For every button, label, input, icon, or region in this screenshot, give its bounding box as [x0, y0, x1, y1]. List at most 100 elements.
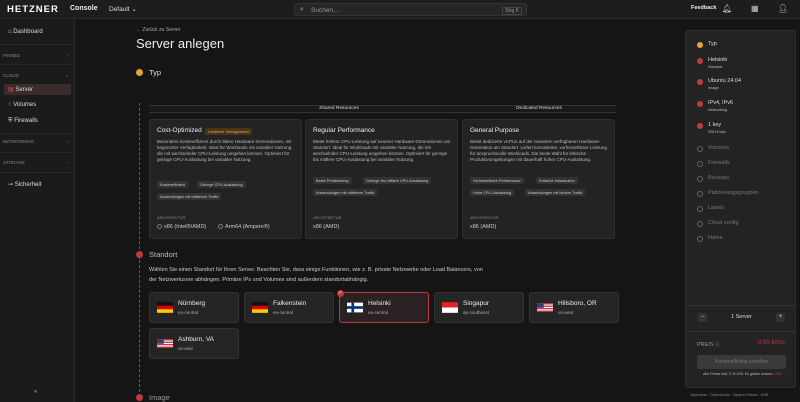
arch-option-x86[interactable]: x86 (Intel®/AMD): [157, 224, 206, 230]
step-title-image: Image: [149, 393, 170, 402]
arch-option-label: Arm64 (Ampere®): [225, 224, 270, 230]
usa-flag-icon: [537, 303, 553, 312]
usa-flag-icon: [157, 339, 173, 348]
create-server-button[interactable]: Kostenpflichtig erstellen: [697, 355, 786, 369]
step-connector: [139, 103, 140, 259]
divider: [686, 305, 797, 306]
search-shortcut: Strg K: [502, 6, 522, 15]
summary-step-sub: Networking: [708, 108, 727, 112]
summary-step-label: Typ: [708, 41, 717, 47]
step-title-location: Standort: [149, 250, 178, 259]
server-count-stepper: − 1 Server +: [696, 313, 788, 324]
card-title: Cost-Optimized: [157, 127, 202, 134]
location-name: Nürnberg: [178, 300, 206, 307]
chevron-right-icon: ›: [67, 160, 70, 165]
step-pending-indicator: [697, 221, 703, 227]
summary-step-label: Backups: [708, 175, 730, 181]
step-connector: [139, 260, 140, 392]
summary-panel: Typ Helsinki Standort Ubuntu 24.04 Image I…: [685, 30, 797, 388]
location-card-hillsboro[interactable]: Hillsboro, OR us-west: [529, 292, 619, 323]
step-pending-indicator: [697, 206, 703, 212]
chevron-right-icon: ›: [67, 139, 70, 144]
sidebar-item-dashboard[interactable]: ⌂ Dashboard: [4, 27, 71, 38]
type-card-cost-optimized[interactable]: Cost-Optimized Limitierte Verfügbarkeit …: [149, 119, 302, 239]
price-value: 0,00 €/mo: [758, 340, 785, 346]
check-icon: ✓: [337, 290, 344, 297]
project-selector[interactable]: Default ⌄: [109, 5, 137, 13]
arch-option-label: x86 (Intel®/AMD): [164, 224, 207, 230]
summary-step-sub: Standort: [708, 65, 723, 69]
summary-step-label: Helsinki: [708, 57, 728, 63]
sidebar-item-label: Volumes: [13, 102, 37, 108]
bell-icon[interactable]: 🔔︎: [722, 4, 732, 13]
arch-option-x86[interactable]: x86 (AMD): [313, 224, 339, 230]
germany-flag-icon: [252, 302, 268, 313]
footer-links[interactable]: Impressum · Datenschutz · System Policie…: [690, 393, 768, 397]
step-done-indicator: [697, 101, 703, 107]
step-pending-indicator: [697, 236, 703, 242]
location-card-singapore[interactable]: Singapur ap-southeast: [434, 292, 524, 323]
type-card-general-purpose[interactable]: General Purpose Bietet dedizierte vCPUs …: [462, 119, 615, 239]
agb-link[interactable]: AGB: [773, 372, 781, 376]
location-card-helsinki[interactable]: ✓ Helsinki eu-central: [337, 290, 429, 323]
card-description: Bietet dedizierte vCPUs auf der neuesten…: [470, 139, 607, 162]
search-input[interactable]: ⌕ Suchen... Strg K: [294, 3, 527, 16]
card-tag: Kosteneffizient: [157, 181, 188, 188]
collapse-sidebar-button[interactable]: «: [34, 389, 37, 395]
step-pending-indicator: [697, 146, 703, 152]
section-networking[interactable]: NETWORKING ›: [3, 139, 69, 144]
location-name: Falkenstein: [273, 300, 307, 307]
section-storage[interactable]: STORAGE ›: [3, 160, 69, 165]
console-label: Console: [70, 5, 98, 12]
summary-step-label: IPv4, IPv6: [708, 100, 734, 106]
summary-step-label: Ubuntu 24.04: [708, 78, 742, 84]
step-done-indicator: [136, 394, 143, 401]
location-card-ashburn[interactable]: Ashburn, VA us-east: [149, 328, 239, 359]
arch-label: ARCHITEKTUR: [313, 215, 342, 220]
singapore-flag-icon: [442, 302, 458, 313]
summary-step-sub: Image: [708, 86, 719, 90]
apps-grid-icon[interactable]: ▦: [751, 4, 759, 13]
location-description: Wählen Sie einen Standort für Ihren Serv…: [149, 267, 483, 283]
increment-button[interactable]: +: [776, 313, 785, 322]
step-title-type: Typ: [149, 68, 162, 77]
back-link[interactable]: ← Zurück zu Server: [136, 27, 180, 33]
card-tag: Anwendungen mit hohem Traffic: [525, 189, 586, 196]
step-current-indicator: [697, 42, 703, 48]
section-cloud[interactable]: CLOUD ⌄: [3, 73, 69, 78]
arch-option-label: x86 (AMD): [313, 224, 340, 230]
decrement-button[interactable]: −: [698, 313, 707, 322]
chevron-right-icon: ›: [67, 53, 70, 58]
step-done-indicator: [697, 58, 703, 64]
server-count: 1 Server: [731, 314, 752, 320]
key-icon: ⊸: [8, 182, 14, 188]
sidebar-item-security[interactable]: ⊸ Sicherheit: [4, 179, 71, 190]
card-tag: Geringe CPU-Auslastung: [197, 181, 246, 188]
user-icon[interactable]: 👤︎: [778, 4, 788, 13]
info-icon[interactable]: ⓘ: [715, 342, 720, 348]
feedback-button[interactable]: Feedback: [691, 5, 716, 11]
hetzner-logo[interactable]: HETZNER: [7, 4, 59, 15]
arch-option-arm64[interactable]: Arm64 (Ampere®): [218, 224, 270, 230]
section-pinned[interactable]: PINNED ›: [3, 53, 69, 58]
sidebar-item-server[interactable]: ▤ Server: [4, 84, 71, 95]
location-card-falkenstein[interactable]: Falkenstein eu-central: [244, 292, 334, 323]
sidebar-item-volumes[interactable]: ◌ Volumes: [4, 100, 71, 111]
step-pending-indicator: [697, 176, 703, 182]
card-tag: Hohe CPU-Auslastung: [470, 189, 515, 196]
location-name: Ashburn, VA: [178, 336, 215, 343]
step-done-indicator: [136, 251, 143, 258]
volume-icon: ◌: [8, 102, 12, 108]
type-card-regular-performance[interactable]: Regular Performance Bietet höhere CPU-Le…: [305, 119, 458, 239]
sidebar-item-firewalls[interactable]: ⛨ Firewalls: [4, 116, 71, 127]
location-zone: eu-central: [368, 310, 389, 315]
summary-step-label: Name: [708, 235, 723, 241]
availability-badge: Limitierte Verfügbarkeit: [205, 128, 252, 135]
arch-option-x86[interactable]: x86 (AMD): [470, 224, 496, 230]
location-card-nuremberg[interactable]: Nürnberg eu-central: [149, 292, 239, 323]
card-title: General Purpose: [470, 127, 520, 134]
location-zone: ap-southeast: [463, 310, 490, 315]
card-tag: Vorhersehbare Performance: [470, 177, 524, 184]
server-icon: ▤: [8, 87, 14, 93]
section-label: STORAGE: [3, 160, 25, 165]
